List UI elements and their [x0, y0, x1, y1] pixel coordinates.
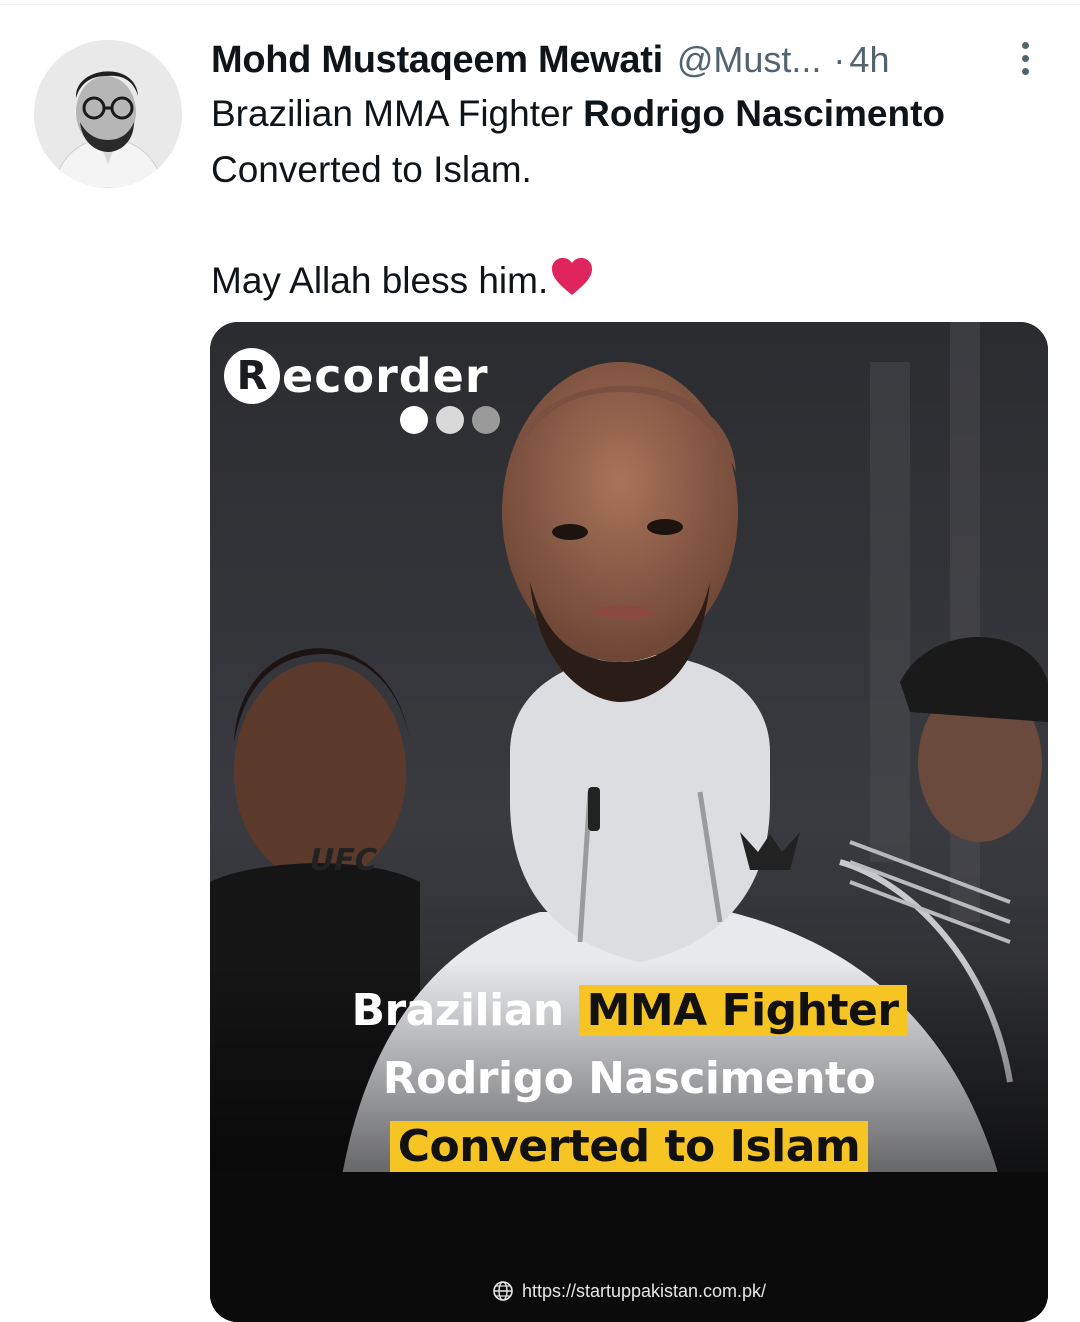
recorder-logo-dots — [400, 406, 500, 434]
image-headline: Brazilian MMA Fighter Rodrigo Nascimento… — [210, 977, 1048, 1181]
recorder-logo: R ecorder — [224, 346, 489, 406]
tweet-media-image[interactable]: UFC R ecorder Brazilian MMA Fighter Rodr… — [210, 322, 1048, 1322]
headline-highlight: Converted to Islam — [389, 1121, 869, 1172]
timestamp[interactable]: 4h — [849, 39, 889, 81]
tweet-bold-name: Rodrigo Nascimento — [583, 93, 945, 134]
headline-word: Brazilian — [351, 985, 564, 1036]
headline-line-2: Rodrigo Nascimento — [382, 1053, 876, 1104]
headline-line-1: Brazilian MMA Fighter — [210, 977, 1048, 1045]
recorder-logo-initial: R — [224, 348, 280, 404]
tweet-text-segment: May Allah bless him. — [211, 260, 549, 301]
hoodie-ufc-logo: UFC — [306, 843, 380, 878]
headline-line-3: Converted to Islam — [210, 1113, 1048, 1181]
source-url-text: https://startuppakistan.com.pk/ — [521, 1280, 767, 1301]
tweet-header: Mohd Mustaqeem Mewati @Must... · 4h — [211, 32, 1051, 88]
tweet-line-3: May Allah bless him. — [211, 253, 1061, 313]
author-name[interactable]: Mohd Mustaqeem Mewati — [211, 39, 663, 82]
headline-highlight: MMA Fighter — [578, 985, 907, 1036]
tweet-text-segment: Brazilian MMA Fighter — [211, 93, 584, 134]
avatar[interactable] — [34, 40, 182, 188]
more-options-icon[interactable] — [1010, 36, 1040, 80]
source-url: https://startuppakistan.com.pk/ — [210, 1280, 1048, 1302]
separator: · — [833, 39, 846, 80]
recorder-logo-text: ecorder — [282, 349, 489, 403]
red-heart-icon — [550, 257, 594, 313]
author-handle[interactable]: @Must... — [677, 39, 822, 81]
tweet-line-1: Brazilian MMA Fighter Rodrigo Nascimento — [211, 86, 1061, 142]
divider — [0, 4, 1080, 5]
tweet-line-2: Converted to Islam. — [211, 149, 532, 190]
tweet-text: Brazilian MMA Fighter Rodrigo Nascimento… — [211, 86, 1061, 313]
globe-icon — [493, 1281, 513, 1301]
